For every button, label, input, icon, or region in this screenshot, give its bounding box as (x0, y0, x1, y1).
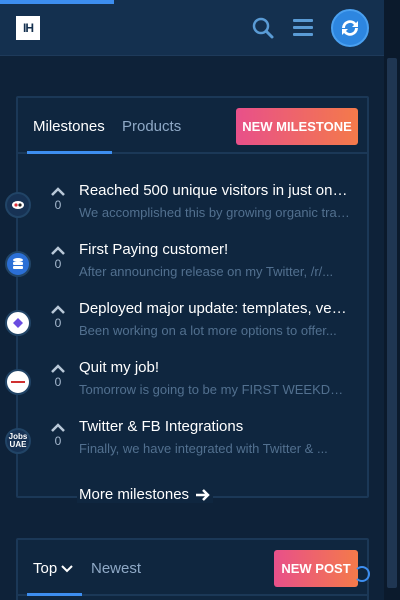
milestone-description: Tomorrow is going to be my FIRST WEEKDAY… (79, 382, 350, 397)
milestone-description: We accomplished this by growing organic … (79, 205, 350, 220)
milestone-item[interactable]: Jobs UAE 0 Twitter & FB Integrations Fin… (5, 418, 367, 481)
milestone-title[interactable]: First Paying customer! (79, 241, 350, 258)
upvote-button[interactable]: 0 (50, 422, 66, 448)
milestone-title[interactable]: Reached 500 unique visitors in just one … (79, 182, 350, 199)
page-load-progress (0, 0, 114, 4)
menu-icon[interactable] (291, 17, 315, 39)
vote-count: 0 (54, 375, 62, 389)
milestone-item[interactable]: 0 First Paying customer! After announcin… (5, 241, 367, 304)
tab-top-label: Top (33, 560, 58, 577)
milestone-item[interactable]: 0 Reached 500 unique visitors in just on… (5, 182, 367, 245)
upvote-button[interactable]: 0 (50, 304, 66, 330)
upvote-button[interactable]: 0 (50, 363, 66, 389)
arrow-right-icon (196, 488, 210, 501)
jobs-uae-icon: Jobs UAE (5, 428, 31, 454)
milestone-description: After announcing release on my Twitter, … (79, 264, 334, 279)
milestone-title[interactable]: Deployed major update: templates, versio… (79, 300, 350, 317)
posts-tabs: Top Newest NEW POST (18, 540, 367, 596)
top-bar: IH (0, 0, 384, 56)
tab-top[interactable]: Top (33, 560, 73, 577)
tab-newest[interactable]: Newest (91, 560, 141, 577)
vote-count: 0 (54, 257, 62, 271)
loading-spinner-icon (354, 566, 370, 582)
vote-count: 0 (54, 434, 62, 448)
more-milestones-label: More milestones (79, 486, 190, 503)
new-milestone-button[interactable]: NEW MILESTONE (236, 108, 358, 145)
scrollbar-thumb[interactable] (387, 58, 397, 588)
milestone-item[interactable]: 0 Deployed major update: templates, vers… (5, 300, 367, 363)
site-logo[interactable]: IH (16, 16, 40, 40)
cat-logo-icon (5, 192, 31, 218)
milestone-description: Been working on a lot more options to of… (79, 323, 337, 338)
database-icon (5, 251, 31, 277)
upvote-button[interactable]: 0 (50, 245, 66, 271)
active-tab-underline (27, 593, 82, 596)
new-post-button[interactable]: NEW POST (274, 550, 358, 587)
tab-products[interactable]: Products (122, 118, 181, 135)
more-milestones-link[interactable]: More milestones (77, 486, 214, 503)
milestone-description: Finally, we have integrated with Twitter… (79, 441, 328, 456)
vote-count: 0 (54, 198, 62, 212)
milestone-title[interactable]: Twitter & FB Integrations (79, 418, 350, 435)
milestone-title[interactable]: Quit my job! (79, 359, 350, 376)
brand-logo-icon (5, 369, 31, 395)
milestones-card: Milestones Products NEW MILESTONE 0 Reac… (5, 96, 369, 503)
active-tab-underline (27, 151, 112, 154)
posts-card: Top Newest NEW POST (16, 538, 369, 600)
tab-milestones[interactable]: Milestones (33, 118, 105, 135)
user-avatar[interactable] (331, 9, 369, 47)
search-icon[interactable] (251, 16, 275, 40)
milestone-item[interactable]: 0 Quit my job! Tomorrow is going to be m… (5, 359, 367, 422)
diamond-logo-icon (5, 310, 31, 336)
vote-count: 0 (54, 316, 62, 330)
chevron-down-icon (61, 564, 73, 572)
milestones-tabs: Milestones Products NEW MILESTONE (18, 98, 367, 154)
refresh-avatar-icon (342, 20, 358, 36)
upvote-button[interactable]: 0 (50, 186, 66, 212)
